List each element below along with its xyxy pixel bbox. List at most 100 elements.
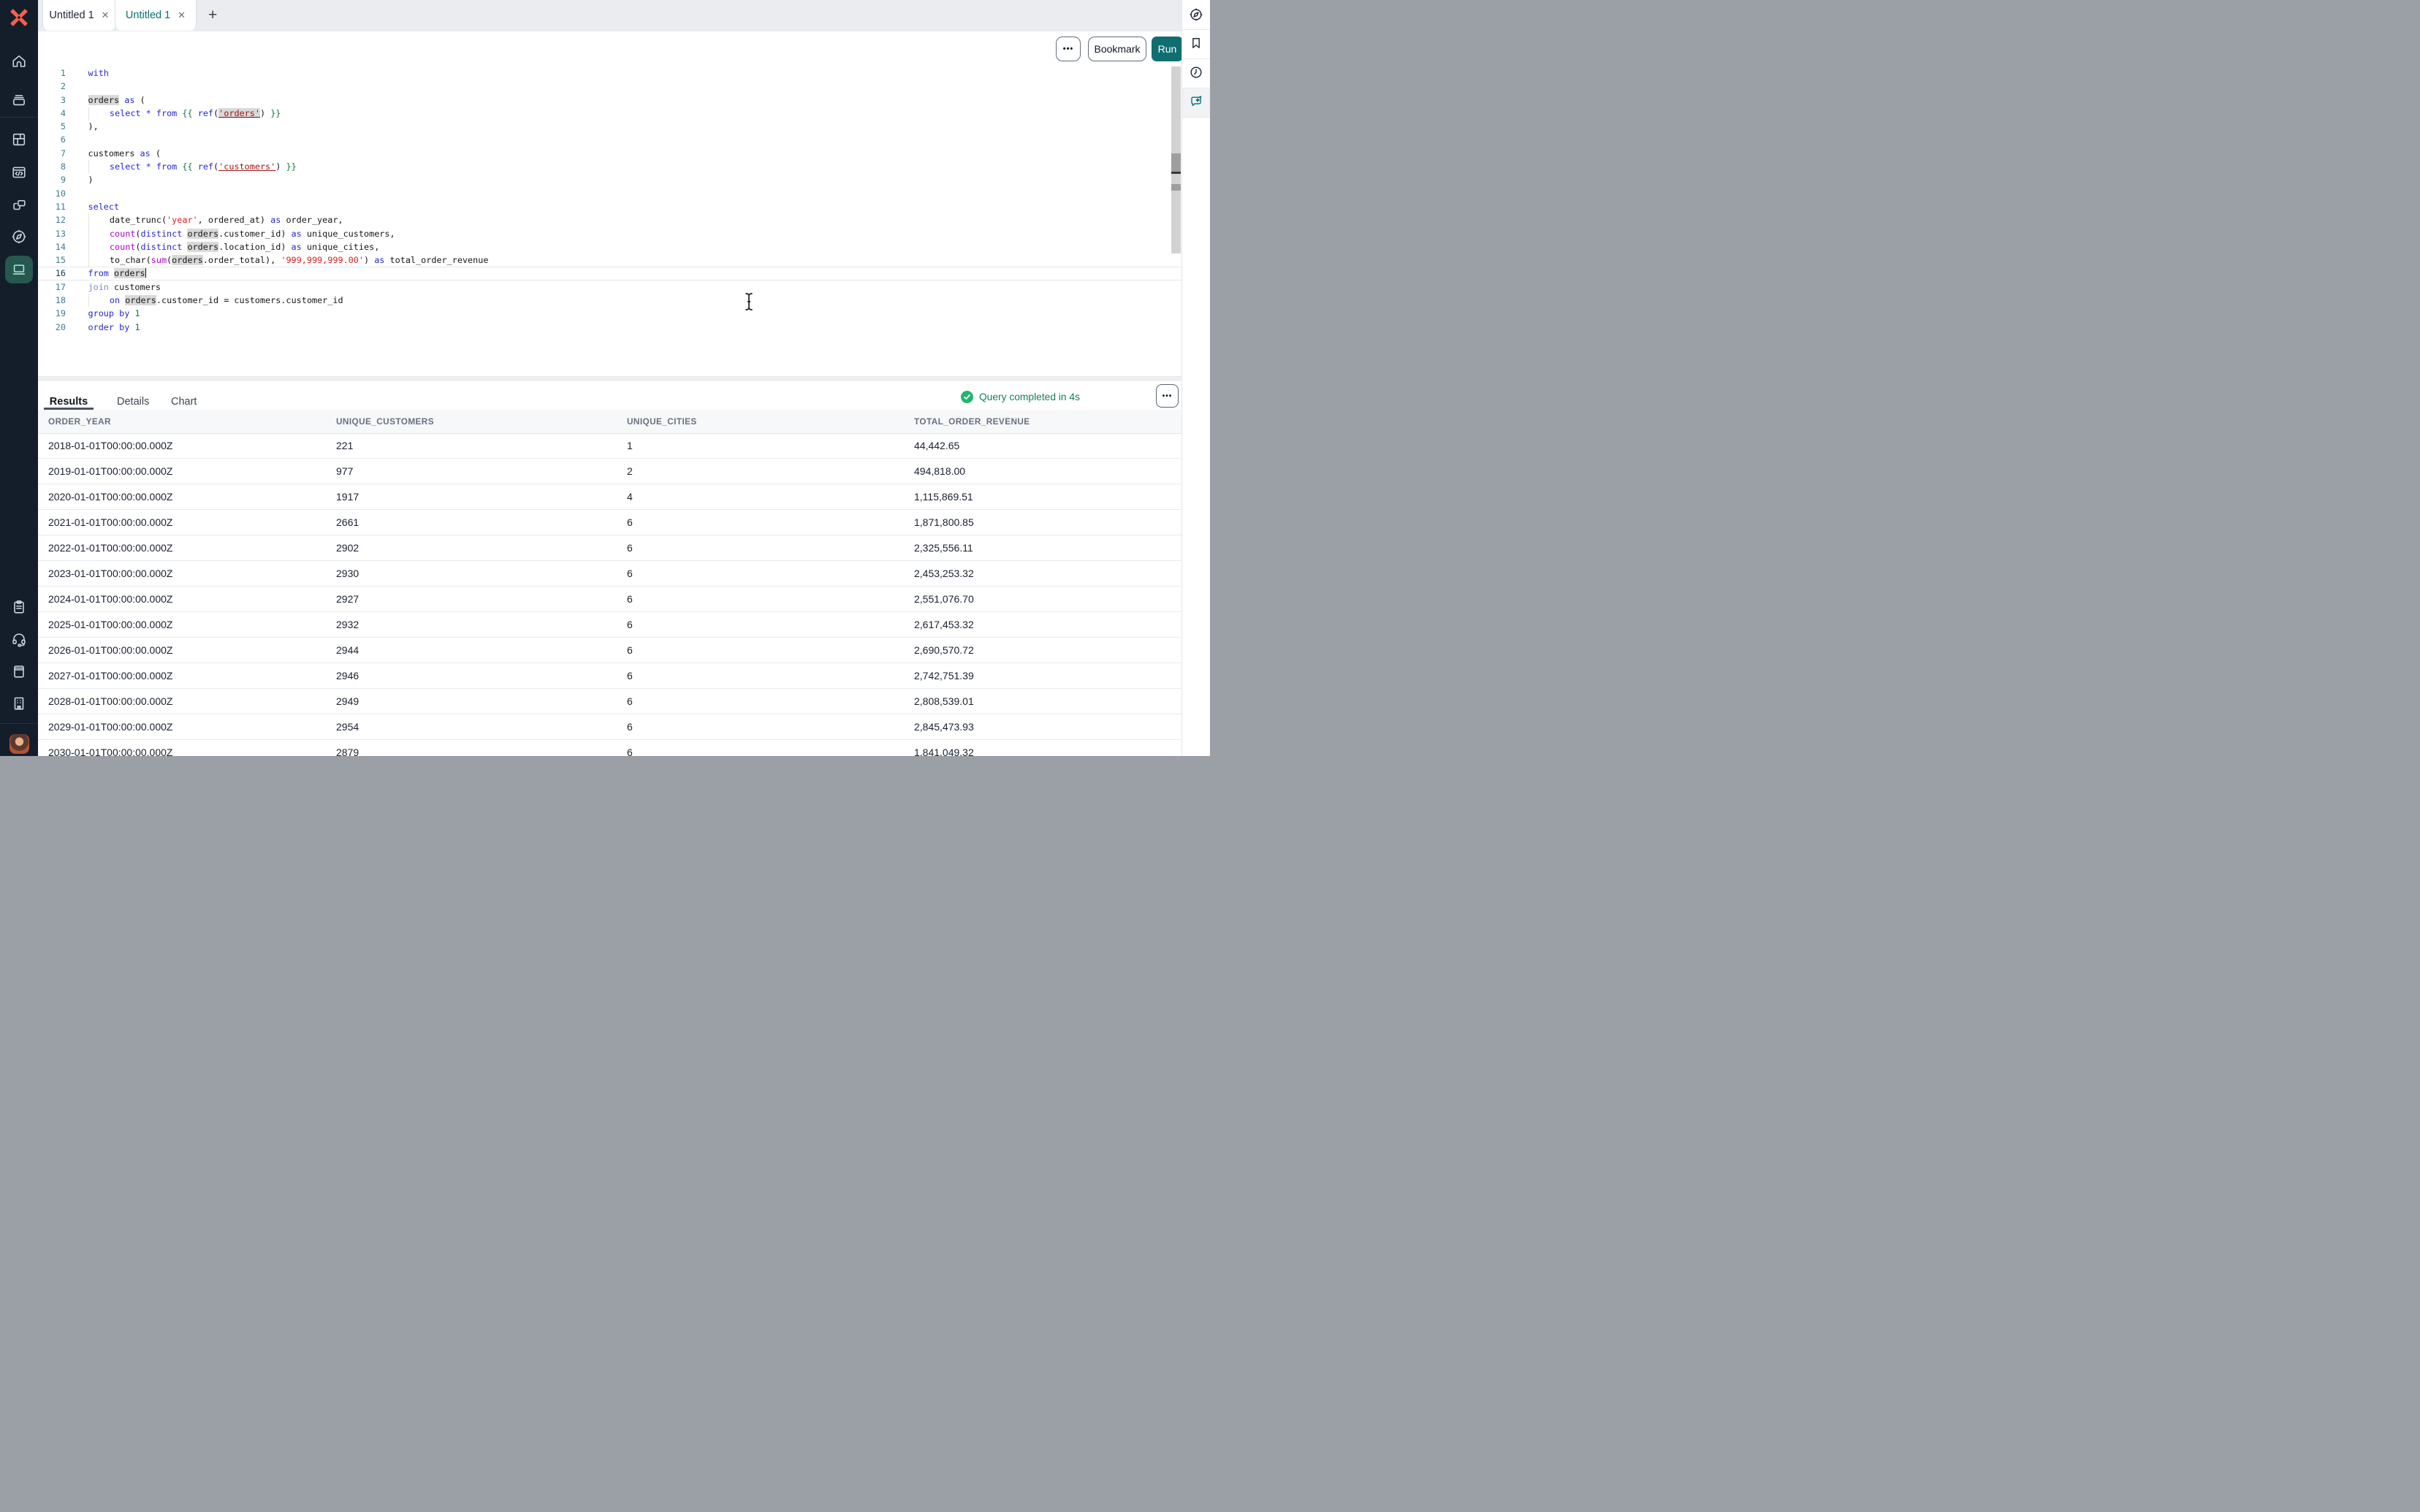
table-cell: 6 [627, 670, 914, 681]
user-avatar[interactable] [0, 734, 38, 754]
code-line: 6 [38, 133, 1182, 146]
sidebar-item-home[interactable] [0, 53, 38, 69]
indent-guide [88, 240, 110, 253]
code-line: 1with [38, 66, 1182, 80]
table-cell: 977 [336, 465, 627, 477]
table-cell: 2,742,751.39 [914, 670, 1182, 681]
code-token: count [110, 229, 136, 239]
code-line: 16from orders [38, 267, 1182, 280]
table-cell: 2030-01-01T00:00:00.000Z [48, 747, 336, 756]
code-line: 15 to_char(sum(orders.order_total), '999… [38, 253, 1182, 267]
sidebar-divider [0, 117, 38, 118]
table-cell: 2,453,253.32 [914, 568, 1182, 579]
code-token: select [110, 161, 141, 172]
scrollbar-current-line-marker [1171, 172, 1181, 174]
code-token: 'year' [167, 215, 198, 225]
new-tab-button[interactable]: + [208, 0, 217, 31]
sidebar-item-clipboard[interactable] [0, 599, 38, 615]
table-row: 2027-01-01T00:00:00.000Z294662,742,751.3… [38, 663, 1182, 689]
sidebar-item-archive[interactable] [0, 92, 38, 108]
code-line: 3orders as ( [38, 93, 1182, 107]
code-token: from [156, 161, 177, 172]
code-token: as [270, 215, 281, 225]
sidebar-item-code-window[interactable] [0, 164, 38, 180]
code-token: ref [198, 108, 213, 118]
code-token [141, 108, 146, 118]
right-sidebar-item-history[interactable] [1182, 65, 1210, 80]
tab-untitled-1[interactable]: Untitled 1 ✕ [42, 0, 116, 31]
indent-guide [88, 253, 110, 267]
code-token: total_order_revenue [384, 255, 488, 265]
right-sidebar-item-ai-chat[interactable] [1182, 94, 1210, 109]
run-button[interactable]: Run [1152, 37, 1183, 61]
scrollbar-decoration [1171, 184, 1181, 191]
code-token: as [292, 229, 302, 239]
scrollbar-thumb[interactable] [1171, 153, 1181, 173]
sidebar-item-building[interactable] [0, 695, 38, 711]
sidebar-item-terminal[interactable] [0, 256, 38, 283]
sidebar-item-book[interactable] [0, 663, 38, 679]
code-token [151, 108, 156, 118]
indent-guide [88, 107, 110, 120]
column-header[interactable]: UNIQUE_CUSTOMERS [336, 416, 627, 427]
sidebar-divider [0, 723, 38, 724]
table-body[interactable]: 2018-01-01T00:00:00.000Z221144,442.65201… [38, 433, 1182, 756]
results-more-button[interactable]: ••• [1156, 384, 1179, 408]
sidebar-item-windows[interactable] [0, 197, 38, 213]
table-cell: 2,808,539.01 [914, 695, 1182, 707]
code-line: 11select [38, 200, 1182, 213]
sidebar-item-compass[interactable] [0, 229, 38, 245]
book-icon [11, 663, 27, 679]
tab-details[interactable]: Details [117, 381, 149, 408]
tab-label: Untitled 1 [49, 9, 94, 21]
code-line: 2 [38, 80, 1182, 93]
sql-code-editor[interactable]: 1with23orders as (4 select * from {{ ref… [38, 66, 1182, 376]
table-cell: 6 [627, 542, 914, 554]
close-icon[interactable]: ✕ [178, 9, 186, 21]
table-cell: 2020-01-01T00:00:00.000Z [48, 491, 336, 503]
code-token: ( [135, 229, 140, 239]
table-cell: 2028-01-01T00:00:00.000Z [48, 695, 336, 707]
table-cell: 2,551,076.70 [914, 593, 1182, 605]
home-icon [11, 53, 27, 69]
bookmark-button[interactable]: Bookmark [1088, 37, 1146, 61]
indent-guide [88, 294, 110, 307]
column-header[interactable]: TOTAL_ORDER_REVENUE [914, 416, 1182, 427]
code-token [281, 161, 286, 172]
tab-chart[interactable]: Chart [171, 381, 197, 408]
right-sidebar-item-compass[interactable] [1182, 7, 1210, 22]
code-line: 4 select * from {{ ref('orders') }} [38, 107, 1182, 120]
table-row: 2030-01-01T00:00:00.000Z287961,841,049.3… [38, 740, 1182, 756]
table-cell: 2,845,473.93 [914, 721, 1182, 733]
line-number: 12 [38, 213, 66, 226]
tab-results[interactable]: Results [44, 381, 94, 410]
code-token: as [374, 255, 384, 265]
code-window-icon [11, 164, 27, 180]
table-cell: 6 [627, 721, 914, 733]
code-token: as [140, 148, 151, 159]
sidebar-item-grid[interactable] [0, 131, 38, 148]
editor-scrollbar[interactable] [1171, 66, 1181, 253]
right-sidebar-divider [1182, 117, 1210, 118]
right-sidebar-divider [1182, 58, 1210, 59]
grid-icon [11, 131, 27, 148]
code-line: 14 count(distinct orders.location_id) as… [38, 240, 1182, 253]
code-token [109, 268, 114, 278]
code-token: ref [198, 161, 213, 172]
table-cell: 6 [627, 593, 914, 605]
code-token: date_trunc [110, 215, 161, 225]
app-logo[interactable] [0, 7, 38, 28]
right-sidebar-item-bookmark[interactable] [1182, 36, 1210, 50]
column-header[interactable]: UNIQUE_CITIES [627, 416, 914, 427]
close-icon[interactable]: ✕ [102, 9, 110, 21]
more-options-button[interactable]: ••• [1056, 37, 1081, 61]
avatar [9, 734, 29, 754]
table-cell: 2946 [336, 670, 627, 681]
column-header[interactable]: ORDER_YEAR [48, 416, 336, 427]
code-token: from [88, 268, 109, 278]
tab-untitled-1-active[interactable]: Untitled 1 ✕ [115, 0, 197, 31]
code-token: orders [187, 242, 218, 252]
code-token [193, 161, 198, 172]
sidebar-item-headset[interactable] [0, 631, 38, 647]
table-cell: 1 [627, 440, 914, 451]
